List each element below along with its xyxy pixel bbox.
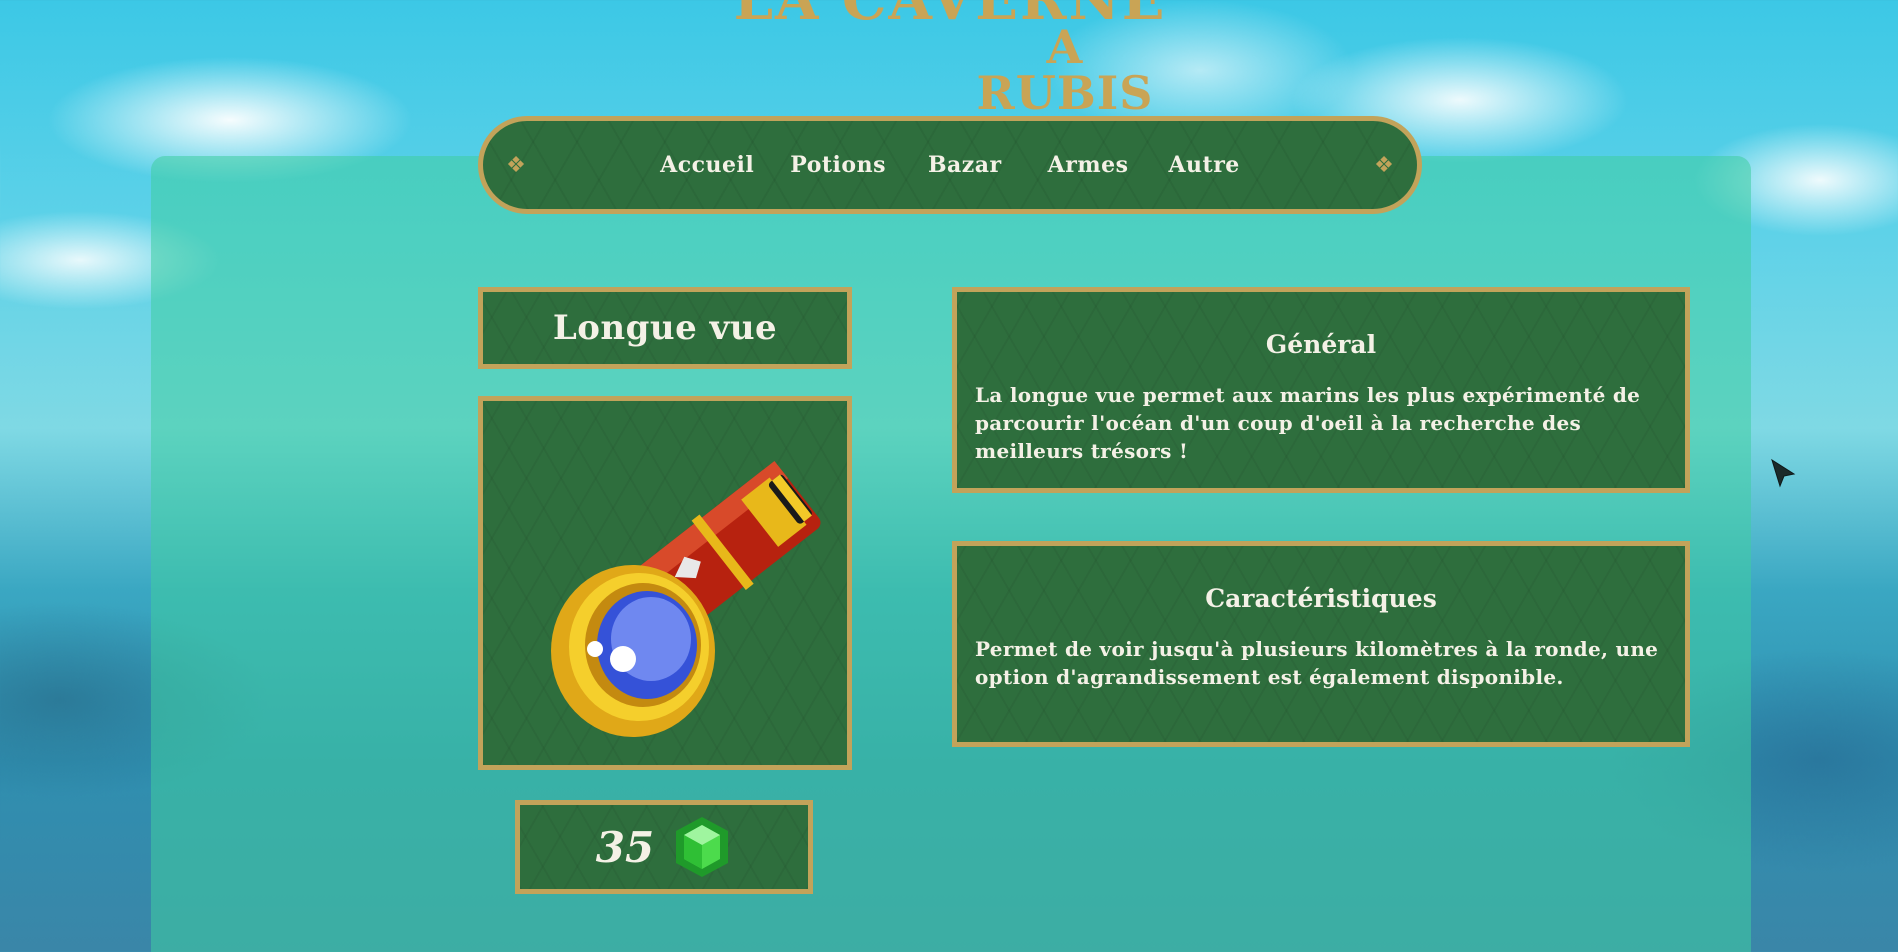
site-logo[interactable]: LA CAVERNE A RUBIS: [720, 0, 1180, 116]
general-section: Général La longue vue permet aux marins …: [952, 287, 1690, 493]
nav-item-bazar[interactable]: Bazar: [904, 152, 1026, 178]
nav-item-accueil[interactable]: Accueil: [642, 152, 772, 178]
general-title: Général: [1265, 330, 1377, 359]
nav-items: Accueil Potions Bazar Armes Autre: [642, 152, 1258, 178]
characteristics-text: Permet de voir jusqu'à plusieurs kilomèt…: [975, 637, 1659, 689]
general-text: La longue vue permet aux marins les plus…: [975, 383, 1641, 463]
nav-item-autre[interactable]: Autre: [1150, 152, 1257, 178]
characteristics-section: Caractéristiques Permet de voir jusqu'à …: [952, 541, 1690, 747]
product-price: 35: [595, 822, 655, 872]
price-box: 35: [515, 800, 813, 894]
main-nav: ❖ Accueil Potions Bazar Armes Autre ❖: [478, 116, 1422, 214]
characteristics-title: Caractéristiques: [1205, 584, 1437, 613]
nav-item-potions[interactable]: Potions: [772, 152, 904, 178]
logo-line-2: A RUBIS: [976, 20, 1154, 120]
product-image-box: [478, 396, 852, 770]
diamond-ornament-icon: ❖: [506, 153, 526, 178]
green-rupee-icon: [676, 817, 729, 877]
product-title: Longue vue: [552, 308, 778, 348]
mouse-cursor-icon: [1771, 458, 1796, 488]
diamond-ornament-icon: ❖: [1374, 153, 1394, 178]
nav-item-armes[interactable]: Armes: [1026, 152, 1151, 178]
logo-line-1: LA CAVERNE: [733, 0, 1167, 33]
product-title-box: Longue vue: [478, 287, 852, 369]
telescope-icon: [551, 460, 821, 737]
